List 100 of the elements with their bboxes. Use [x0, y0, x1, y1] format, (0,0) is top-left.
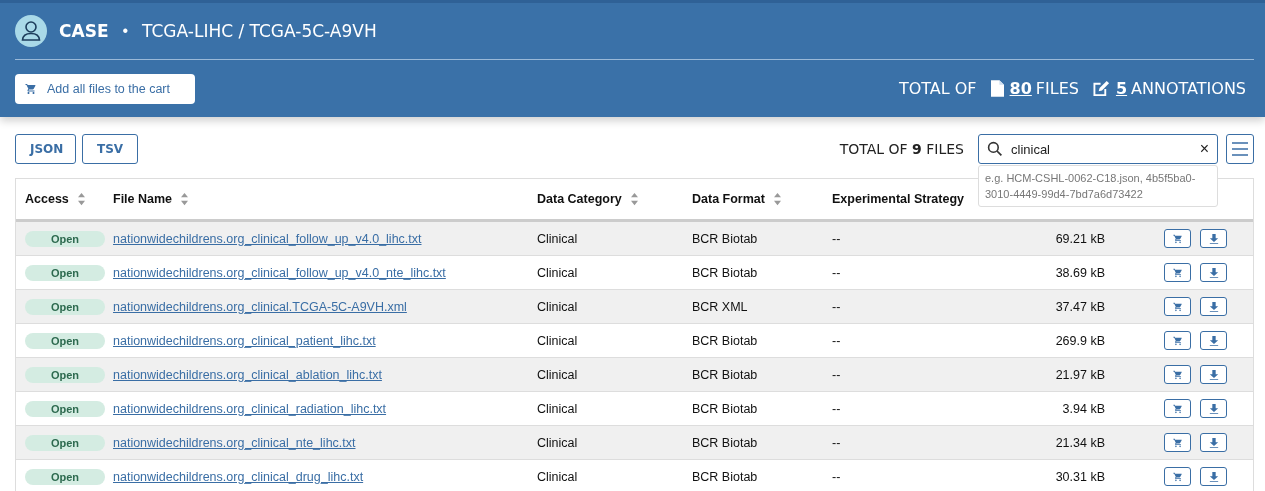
table-cell: BCR XML: [692, 299, 748, 314]
cart-icon: [1172, 335, 1183, 346]
separator-dot: •: [122, 22, 129, 40]
access-badge: Open: [25, 468, 105, 485]
cart-button[interactable]: [1164, 263, 1191, 282]
table-cell: Clinical: [537, 367, 578, 382]
sort-icon[interactable]: [76, 192, 86, 206]
table-cell: BCR Biotab: [692, 265, 758, 280]
download-button[interactable]: [1200, 331, 1227, 350]
download-button[interactable]: [1200, 297, 1227, 316]
table-cell: 3.94 kB: [1062, 401, 1105, 416]
cart-button[interactable]: [1164, 433, 1191, 452]
cart-button[interactable]: [1164, 365, 1191, 384]
add-to-cart-button[interactable]: Add all files to the cart: [15, 73, 195, 104]
access-badge: Open: [25, 400, 105, 417]
file-link[interactable]: nationwidechildrens.org_clinical.TCGA-5C-A9VH.xml: [113, 299, 407, 314]
download-button[interactable]: [1200, 433, 1227, 452]
download-button[interactable]: [1200, 467, 1227, 486]
file-icon: [990, 80, 1004, 97]
cart-button[interactable]: [1164, 399, 1191, 418]
table-cell: BCR Biotab: [692, 435, 758, 450]
file-link[interactable]: nationwidechildrens.org_clinical_drug_lihc.txt: [113, 469, 364, 484]
table-cell: Clinical: [537, 401, 578, 416]
download-button[interactable]: [1200, 399, 1227, 418]
table-cell: Clinical: [537, 435, 578, 450]
case-title: TCGA-LIHC / TCGA-5C-A9VH: [142, 21, 377, 41]
cart-icon: [1172, 403, 1183, 414]
cart-button[interactable]: [1164, 467, 1191, 486]
sort-icon[interactable]: [180, 192, 190, 206]
download-button[interactable]: [1200, 365, 1227, 384]
column-header[interactable]: Access: [25, 192, 69, 206]
table-cell: BCR Biotab: [692, 367, 758, 382]
search-hint: e.g. HCM-CSHL-0062-C18.json, 4b5f5ba0-3010-4449-99d4-7bd7a6d73422: [985, 172, 1196, 200]
annotations-count-link[interactable]: 5: [1115, 79, 1128, 98]
file-link[interactable]: nationwidechildrens.org_clinical_patient_lihc.txt: [113, 333, 376, 348]
table-cell: 21.97 kB: [1055, 367, 1105, 382]
menu-button[interactable]: [1226, 134, 1254, 164]
download-icon: [1208, 267, 1219, 278]
cart-icon: [1172, 369, 1183, 380]
table-cell: --: [832, 333, 841, 348]
cart-icon: [25, 82, 37, 95]
access-badge: Open: [25, 332, 105, 349]
cart-button[interactable]: [1164, 297, 1191, 316]
file-link[interactable]: nationwidechildrens.org_clinical_follow_up_v4.0_nte_lihc.txt: [113, 265, 446, 280]
annotations-label: ANNOTATIONS: [1131, 79, 1246, 98]
cart-button[interactable]: [1164, 331, 1191, 350]
cart-button[interactable]: [1164, 229, 1191, 248]
access-badge: Open: [25, 264, 105, 281]
column-header[interactable]: Data Format: [692, 192, 765, 206]
column-header[interactable]: Data Category: [537, 192, 622, 206]
download-icon: [1208, 233, 1219, 244]
table-cell: Clinical: [537, 299, 578, 314]
download-icon: [1208, 437, 1219, 448]
column-header[interactable]: File Name: [113, 192, 173, 206]
table-cell: --: [832, 231, 841, 246]
table-cell: 38.69 kB: [1055, 265, 1105, 280]
menu-icon: [1232, 142, 1248, 156]
files-count-link[interactable]: 80: [1009, 79, 1032, 98]
edit-icon: [1092, 80, 1110, 97]
cart-icon: [1172, 471, 1183, 482]
sort-icon[interactable]: [772, 192, 782, 206]
file-link[interactable]: nationwidechildrens.org_clinical_nte_lihc.txt: [113, 435, 356, 450]
cart-icon: [1172, 267, 1183, 278]
export-button[interactable]: JSON: [15, 134, 76, 164]
table-cell: 37.47 kB: [1055, 299, 1105, 314]
export-button[interactable]: TSV: [82, 134, 139, 164]
file-link[interactable]: nationwidechildrens.org_clinical_ablation_lihc.txt: [113, 367, 382, 382]
download-icon: [1208, 471, 1219, 482]
sort-icon[interactable]: [629, 192, 639, 206]
table-cell: BCR Biotab: [692, 469, 758, 484]
file-link[interactable]: nationwidechildrens.org_clinical_follow_up_v4.0_lihc.txt: [113, 231, 422, 246]
table-cell: 21.34 kB: [1055, 435, 1105, 450]
table-cell: Clinical: [537, 333, 578, 348]
table-cell: --: [832, 401, 841, 416]
file-link[interactable]: nationwidechildrens.org_clinical_radiation_lihc.txt: [113, 401, 387, 416]
table-cell: Clinical: [537, 231, 578, 246]
clear-button[interactable]: ×: [1199, 140, 1209, 158]
download-button[interactable]: [1200, 263, 1227, 282]
entity-type: CASE: [59, 21, 109, 41]
access-badge: Open: [25, 298, 105, 315]
table-cell: BCR Biotab: [692, 401, 758, 416]
person-icon: [15, 15, 47, 47]
table-cell: --: [832, 265, 841, 280]
files-label: FILES: [1035, 79, 1079, 98]
cart-icon: [1172, 437, 1183, 448]
cart-icon: [1172, 233, 1183, 244]
table-cell: --: [832, 299, 841, 314]
access-badge: Open: [25, 434, 105, 451]
table-cell: 69.21 kB: [1055, 231, 1105, 246]
download-icon: [1208, 335, 1219, 346]
column-header[interactable]: Experimental Strategy: [832, 192, 964, 206]
table-cell: --: [832, 367, 841, 382]
cart-icon: [1172, 301, 1183, 312]
download-button[interactable]: [1200, 229, 1227, 248]
table-cell: BCR Biotab: [692, 231, 758, 246]
table-cell: --: [832, 435, 841, 450]
download-icon: [1208, 403, 1219, 414]
search-field[interactable]: clinical ×: [978, 134, 1218, 164]
access-badge: Open: [25, 366, 105, 383]
table-cell: 30.31 kB: [1055, 469, 1105, 484]
